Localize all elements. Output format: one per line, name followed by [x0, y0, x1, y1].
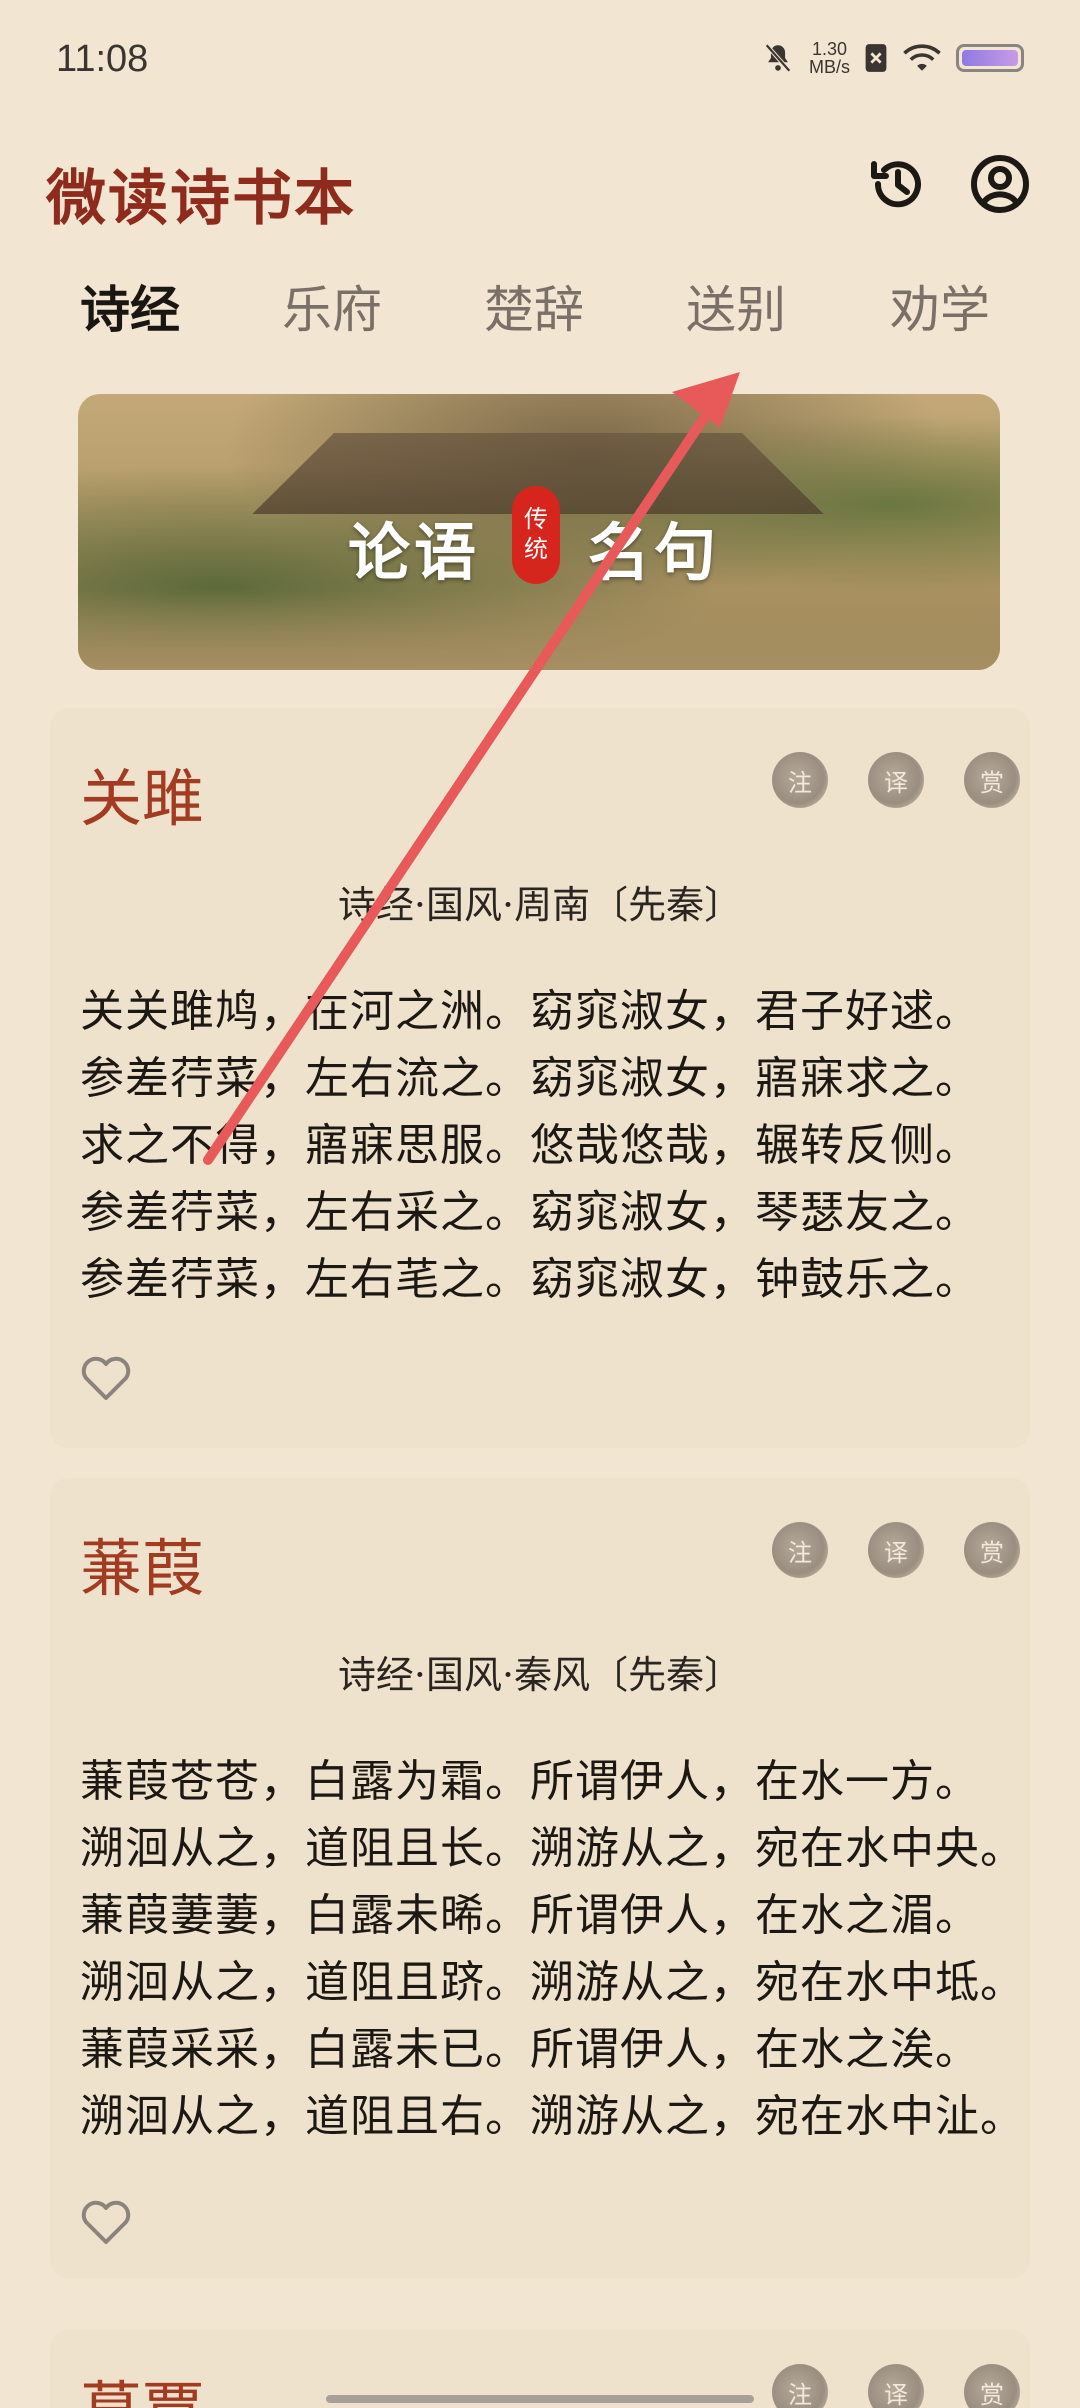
tab-yuefu[interactable]: 乐府 — [282, 270, 382, 342]
poem-line: 溯洄从之，道阻且跻。溯游从之，宛在水中坻。 — [80, 1957, 1025, 2008]
poem-line: 求之不得，寤寐思服。悠哉悠哉，辗转反侧。 — [80, 1120, 980, 1171]
poem-line: 蒹葭萋萋，白露未晞。所谓伊人，在水之湄。 — [80, 1890, 980, 1941]
account-icon[interactable] — [968, 152, 1032, 216]
poem-actions: 注 译 赏 — [772, 2364, 1020, 2408]
appreciate-button[interactable]: 赏 — [964, 1522, 1020, 1578]
poem-source: 诗经·国风·秦风〔先秦〕 — [337, 1653, 743, 1697]
mute-bell-icon — [765, 43, 791, 73]
poem-line: 蒹葭采采，白露未已。所谓伊人，在水之涘。 — [80, 2024, 980, 2075]
home-indicator[interactable] — [326, 2395, 754, 2403]
annotate-label: 注 — [788, 2380, 812, 2408]
poem-line: 参差荇菜，左右芼之。窈窕淑女，钟鼓乐之。 — [80, 1254, 980, 1305]
favorite-heart-icon[interactable] — [80, 2198, 132, 2246]
annotate-button[interactable]: 注 — [772, 1522, 828, 1578]
tab-quanxue[interactable]: 劝学 — [890, 270, 990, 342]
history-icon[interactable] — [866, 152, 930, 216]
appreciate-label: 赏 — [980, 2380, 1004, 2408]
status-icons: 1.30 MB/s — [761, 40, 1024, 76]
battery-icon — [956, 44, 1024, 72]
banner-seal-char-1: 传 — [524, 505, 548, 533]
translate-button[interactable]: 译 — [868, 1522, 924, 1578]
network-speed-unit: MB/s — [808, 57, 850, 77]
appreciate-label: 赏 — [980, 1538, 1004, 1567]
poem-title: 葛覃 — [80, 2360, 204, 2408]
appreciate-label: 赏 — [980, 768, 1004, 797]
tab-songbie[interactable]: 送别 — [686, 270, 786, 342]
translate-label: 译 — [884, 1538, 908, 1567]
poem-title: 关雎 — [80, 762, 205, 835]
annotate-button[interactable]: 注 — [772, 752, 828, 808]
wifi-icon — [903, 44, 941, 71]
poem-source: 诗经·国风·周南〔先秦〕 — [337, 883, 743, 927]
poem-line: 蒹葭苍苍，白露为霜。所谓伊人，在水一方。 — [80, 1756, 980, 1807]
poem-line: 溯洄从之，道阻且右。溯游从之，宛在水中沚。 — [80, 2091, 1025, 2142]
appreciate-button[interactable]: 赏 — [964, 752, 1020, 808]
favorite-heart-icon[interactable] — [80, 1354, 132, 1402]
poem-body: 蒹葭苍苍，白露为霜。所谓伊人，在水一方。 溯洄从之，道阻且长。溯游从之，宛在水中… — [80, 1748, 1030, 2150]
annotate-label: 注 — [788, 768, 812, 797]
appreciate-button[interactable]: 赏 — [964, 2364, 1020, 2408]
poem-title: 蒹葭 — [80, 1532, 205, 1605]
banner-title-right: 名句 — [588, 516, 721, 589]
banner-seal: 传 统 — [512, 486, 560, 584]
banner[interactable]: 论语 传 统 名句 — [78, 394, 1000, 670]
poem-line: 溯洄从之，道阻且长。溯游从之，宛在水中央。 — [80, 1823, 1025, 1874]
banner-painting-ground — [78, 590, 1000, 670]
app-title: 微读诗书本 — [46, 164, 356, 234]
annotate-label: 注 — [788, 1538, 812, 1567]
banner-title-left: 论语 — [348, 516, 481, 589]
status-time: 11:08 — [56, 38, 149, 80]
banner-seal-char-2: 统 — [524, 535, 548, 563]
translate-button[interactable]: 译 — [868, 752, 924, 808]
network-speed: 1.30 MB/s — [809, 40, 850, 76]
poem-card[interactable]: 蒹葭 注 译 赏 诗经·国风·秦风〔先秦〕 蒹葭苍苍，白露为霜。所谓伊人，在水一… — [50, 1478, 1030, 2278]
status-bar: 11:08 1.30 MB/s — [0, 0, 1080, 120]
sim-blocked-icon — [865, 44, 887, 72]
poem-line: 参差荇菜，左右流之。窈窕淑女，寤寐求之。 — [80, 1053, 980, 1104]
poem-line: 关关雎鸠，在河之洲。窈窕淑女，君子好逑。 — [80, 986, 980, 1037]
translate-button[interactable]: 译 — [868, 2364, 924, 2408]
translate-label: 译 — [884, 768, 908, 797]
tab-shijing[interactable]: 诗经 — [80, 270, 180, 342]
poem-line: 参差荇菜，左右采之。窈窕淑女，琴瑟友之。 — [80, 1187, 980, 1238]
annotate-button[interactable]: 注 — [772, 2364, 828, 2408]
translate-label: 译 — [884, 2380, 908, 2408]
poem-card[interactable]: 关雎 注 译 赏 诗经·国风·周南〔先秦〕 关关雎鸠，在河之洲。窈窕淑女，君子好… — [50, 708, 1030, 1448]
poem-actions: 注 译 赏 — [772, 1522, 1020, 1578]
tab-chuci[interactable]: 楚辞 — [484, 270, 584, 342]
poem-actions: 注 译 赏 — [772, 752, 1020, 808]
poem-body: 关关雎鸠，在河之洲。窈窕淑女，君子好逑。 参差荇菜，左右流之。窈窕淑女，寤寐求之… — [80, 978, 1030, 1313]
network-speed-value: 1.30 — [811, 39, 848, 59]
category-tabs: 诗经 乐府 楚辞 送别 劝学 — [0, 270, 1080, 360]
